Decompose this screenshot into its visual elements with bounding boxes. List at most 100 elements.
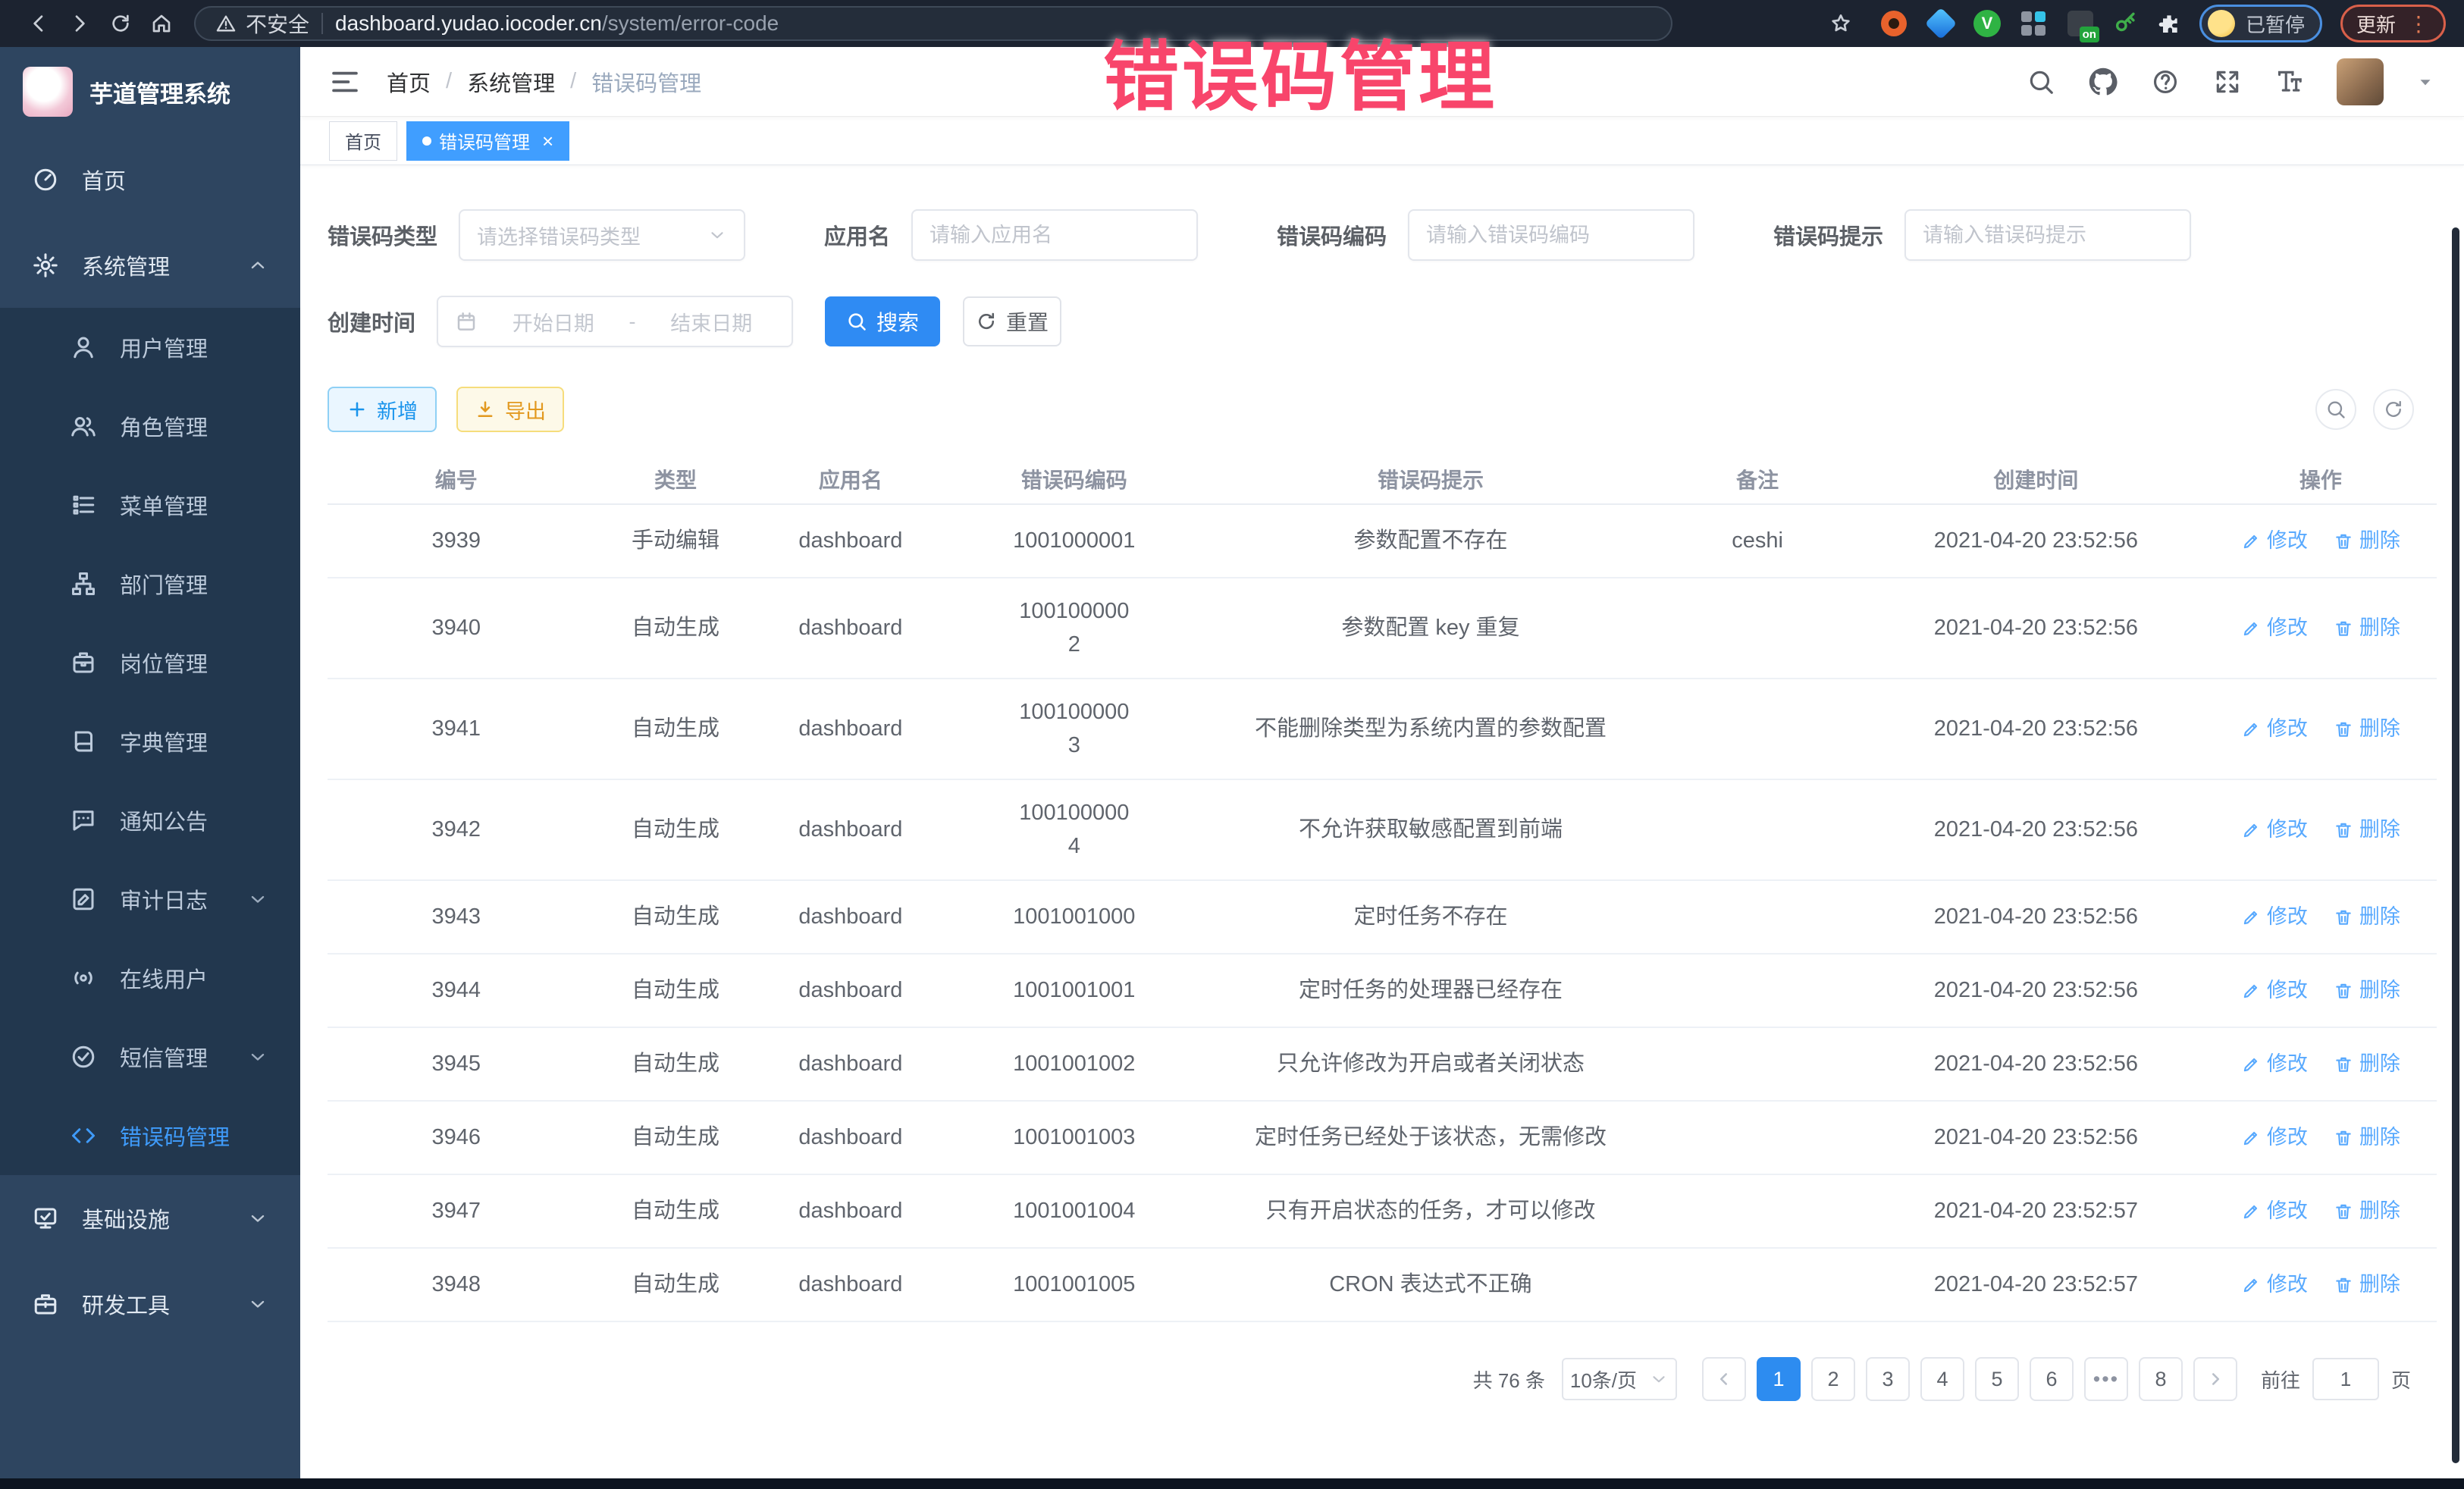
github-icon[interactable] <box>2088 67 2118 97</box>
next-page-button[interactable] <box>2193 1357 2237 1401</box>
page-size-select[interactable]: 10条/页 <box>1562 1358 1677 1400</box>
total-count: 共 76 条 <box>1473 1365 1545 1393</box>
cell-hint: 定时任务已经处于该状态，无需修改 <box>1213 1114 1647 1162</box>
extensions-puzzle-icon[interactable] <box>2157 11 2181 36</box>
close-tag-icon[interactable]: × <box>542 131 553 151</box>
delete-link[interactable]: 删除 <box>2334 525 2400 556</box>
delete-link[interactable]: 删除 <box>2334 814 2400 845</box>
search-button[interactable]: 搜索 <box>825 296 940 346</box>
page-button-8[interactable]: 8 <box>2139 1357 2183 1401</box>
extension-orange-icon[interactable] <box>1879 9 1908 38</box>
reset-button[interactable]: 重置 <box>963 296 1061 346</box>
edit-link[interactable]: 修改 <box>2241 613 2308 644</box>
edit-link[interactable]: 修改 <box>2241 713 2308 744</box>
sidebar-item-system-management[interactable]: 系统管理 <box>0 222 300 308</box>
tag-error-code[interactable]: 错误码管理 × <box>406 121 569 161</box>
extension-gem-icon[interactable] <box>1926 9 1955 38</box>
cell-type: 自动生成 <box>585 604 766 653</box>
breadcrumb-home[interactable]: 首页 <box>387 66 431 98</box>
forward-icon[interactable] <box>59 3 100 44</box>
delete-link[interactable]: 删除 <box>2334 901 2400 933</box>
extension-vue-icon[interactable]: V <box>1973 10 2001 37</box>
delete-link[interactable]: 删除 <box>2334 1269 2400 1300</box>
edit-link[interactable]: 修改 <box>2241 1122 2308 1153</box>
sidebar-item-online-users[interactable]: 在线用户 <box>0 939 300 1017</box>
home-icon[interactable] <box>141 3 182 44</box>
sidebar-item-home[interactable]: 首页 <box>0 136 300 222</box>
sidebar-item-error-code-management[interactable]: 错误码管理 <box>0 1096 300 1175</box>
table-refresh-button[interactable] <box>2373 389 2414 430</box>
cell-type: 自动生成 <box>585 967 766 1015</box>
help-icon[interactable] <box>2150 67 2180 97</box>
browser-update-button[interactable]: 更新 ⋮ <box>2340 5 2446 42</box>
date-range-picker[interactable]: 开始日期 - 结束日期 <box>437 296 793 347</box>
edit-link[interactable]: 修改 <box>2241 814 2308 845</box>
page-scrollbar[interactable] <box>2452 227 2459 1463</box>
sidebar-item-notice-announcement[interactable]: 通知公告 <box>0 781 300 860</box>
active-dot <box>422 136 431 146</box>
search-icon[interactable] <box>2026 67 2056 97</box>
sidebar-item-menu-management[interactable]: 菜单管理 <box>0 466 300 544</box>
sidebar-item-post-management[interactable]: 岗位管理 <box>0 623 300 702</box>
sidebar-item-dept-management[interactable]: 部门管理 <box>0 544 300 623</box>
sidebar-item-sms-management[interactable]: 短信管理 <box>0 1017 300 1096</box>
error-type-select[interactable]: 请选择错误码类型 <box>459 209 745 261</box>
profile-status: 已暂停 <box>2246 10 2305 38</box>
browser-menu-icon[interactable]: ⋮ <box>2408 11 2430 36</box>
cell-type: 自动生成 <box>585 893 766 942</box>
add-button[interactable]: 新增 <box>328 387 437 432</box>
breadcrumb-system[interactable]: 系统管理 <box>467 66 555 98</box>
export-button[interactable]: 导出 <box>456 387 564 432</box>
page-button-4[interactable]: 4 <box>1920 1357 1964 1401</box>
delete-link[interactable]: 删除 <box>2334 1122 2400 1153</box>
edit-link[interactable]: 修改 <box>2241 975 2308 1006</box>
cell-id: 3948 <box>328 1261 585 1309</box>
extension-grid-icon[interactable] <box>2019 9 2048 38</box>
extension-tampermonkey-icon[interactable]: on <box>2066 9 2095 38</box>
edit-link[interactable]: 修改 <box>2241 901 2308 933</box>
user-avatar[interactable] <box>2337 58 2384 105</box>
app-logo[interactable]: 芋道管理系统 <box>0 47 300 136</box>
prev-page-button[interactable] <box>1702 1357 1746 1401</box>
page-button-5[interactable]: 5 <box>1975 1357 2019 1401</box>
page-button-3[interactable]: 3 <box>1866 1357 1910 1401</box>
sidebar-item-role-management[interactable]: 角色管理 <box>0 387 300 466</box>
goto-page-input[interactable] <box>2312 1358 2379 1400</box>
page-button-6[interactable]: 6 <box>2030 1357 2074 1401</box>
cell-code: 1001001001 <box>935 967 1213 1015</box>
reload-icon[interactable] <box>100 3 141 44</box>
edit-link[interactable]: 修改 <box>2241 1049 2308 1080</box>
sidebar-item-user-management[interactable]: 用户管理 <box>0 308 300 387</box>
security-badge[interactable]: 不安全 <box>215 8 309 39</box>
font-size-icon[interactable] <box>2274 67 2305 97</box>
sidebar-item-label: 系统管理 <box>82 249 170 281</box>
tag-home[interactable]: 首页 <box>329 121 397 161</box>
browser-profile-button[interactable]: 已暂停 <box>2199 5 2322 42</box>
app-name-input[interactable] <box>911 209 1198 261</box>
hamburger-icon[interactable] <box>329 66 361 98</box>
chevron-down-icon[interactable] <box>2415 72 2435 92</box>
delete-link[interactable]: 删除 <box>2334 1049 2400 1080</box>
page-button-1[interactable]: 1 <box>1757 1357 1801 1401</box>
back-icon[interactable] <box>18 3 59 44</box>
page-button-2[interactable]: 2 <box>1811 1357 1855 1401</box>
table-search-button[interactable] <box>2315 389 2356 430</box>
sidebar-item-infrastructure[interactable]: 基础设施 <box>0 1175 300 1261</box>
delete-link[interactable]: 删除 <box>2334 1196 2400 1227</box>
security-label: 不安全 <box>246 8 309 39</box>
edit-link[interactable]: 修改 <box>2241 1196 2308 1227</box>
extension-key-icon[interactable] <box>2113 11 2139 36</box>
bookmark-star-icon[interactable] <box>1820 3 1861 44</box>
delete-link[interactable]: 删除 <box>2334 975 2400 1006</box>
sidebar-item-dict-management[interactable]: 字典管理 <box>0 702 300 781</box>
error-hint-input[interactable] <box>1904 209 2191 261</box>
fullscreen-icon[interactable] <box>2212 67 2243 97</box>
edit-link[interactable]: 修改 <box>2241 525 2308 556</box>
more-pages-button[interactable]: ••• <box>2084 1357 2128 1401</box>
sidebar-item-dev-tools[interactable]: 研发工具 <box>0 1261 300 1346</box>
edit-link[interactable]: 修改 <box>2241 1269 2308 1300</box>
delete-link[interactable]: 删除 <box>2334 713 2400 744</box>
sidebar-item-audit-log[interactable]: 审计日志 <box>0 860 300 939</box>
error-code-input[interactable] <box>1408 209 1694 261</box>
delete-link[interactable]: 删除 <box>2334 613 2400 644</box>
